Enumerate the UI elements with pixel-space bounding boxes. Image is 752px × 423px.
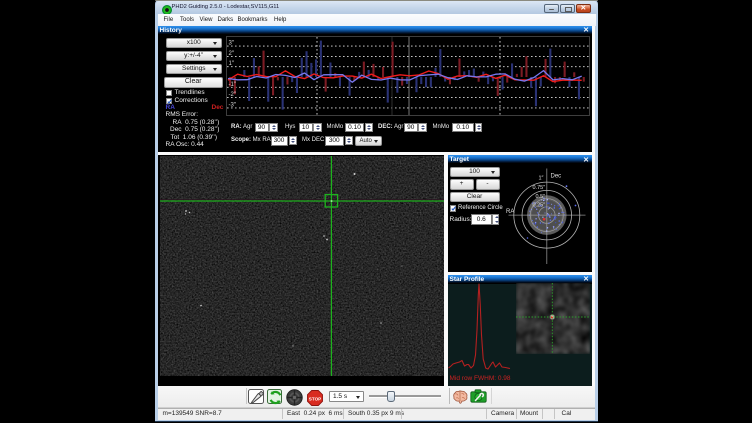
svg-text:1″: 1″ bbox=[539, 176, 544, 182]
svg-text:0.5″: 0.5″ bbox=[536, 194, 546, 200]
svg-text:-3″: -3″ bbox=[229, 102, 237, 108]
svg-text:2″: 2″ bbox=[229, 51, 235, 57]
svg-text:0.75″: 0.75″ bbox=[533, 185, 546, 191]
svg-text:STOP: STOP bbox=[309, 396, 321, 401]
svg-text:-2″: -2″ bbox=[229, 92, 237, 98]
svg-text:3″: 3″ bbox=[229, 41, 235, 47]
svg-text:0.25″: 0.25″ bbox=[533, 203, 546, 209]
svg-text:RA: RA bbox=[506, 209, 514, 215]
svg-text:-1″: -1″ bbox=[229, 82, 237, 88]
svg-text:1″: 1″ bbox=[229, 61, 235, 67]
svg-text:Dec: Dec bbox=[551, 174, 562, 180]
